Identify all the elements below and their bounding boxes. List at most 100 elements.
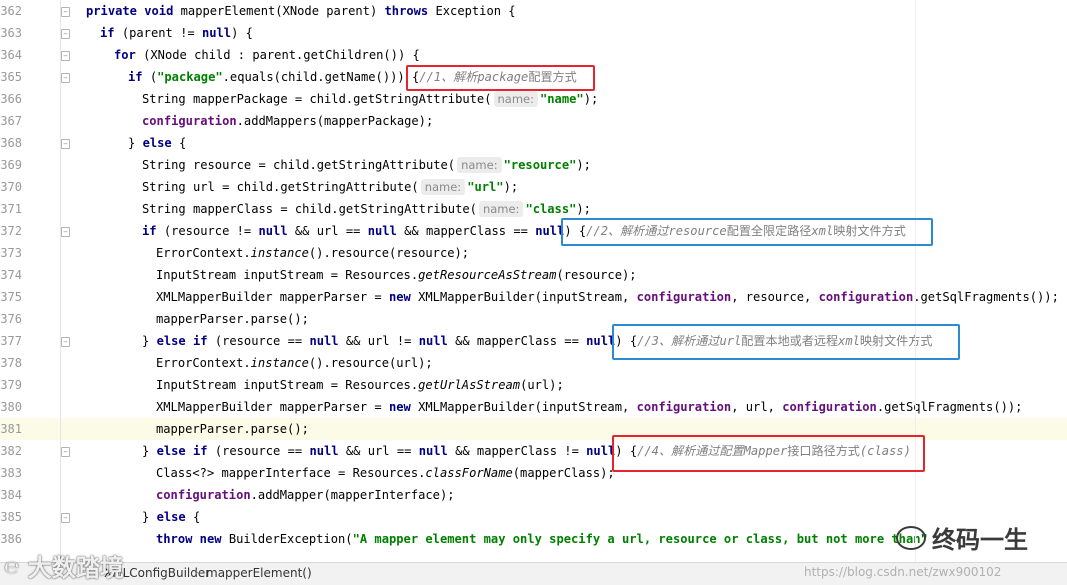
code-token: (resource == [214,334,310,348]
code-token: (resource == [214,444,310,458]
code-token: && mapperClass == [455,334,587,348]
code-text: } else { [142,506,200,528]
code-token: , resource, [731,290,819,304]
code-line[interactable]: 366 String mapperPackage = child.getStrin… [0,88,1067,110]
breadcrumb-method[interactable]: mapperElement() [206,566,312,580]
code-text: String mapperClass = child.getStringAttr… [142,198,591,220]
line-number: 374 [0,268,22,282]
code-token: configuration [818,290,914,304]
code-token: BuilderException( [228,532,353,546]
line-number: 385 [0,510,22,524]
code-line[interactable]: 379 InputStream inputStream = Resources.g… [0,374,1067,396]
code-token: null [309,334,346,348]
fold-toggle-icon[interactable]: − [61,139,70,149]
code-token: (resource); [556,268,637,282]
code-token: (parent != [121,26,202,40]
code-token: && url == [345,444,419,458]
code-line[interactable]: 375 XMLMapperBuilder mapperParser = new X… [0,286,1067,308]
annotation-box-red [612,435,925,472]
line-number: 381 [0,422,22,436]
code-token: "resource" [503,158,577,172]
code-token: "package" [157,70,223,84]
code-token: "name" [540,92,584,106]
code-line[interactable]: 370 String url = child.getStringAttribute… [0,176,1067,198]
line-number: 365 [0,70,22,84]
code-token: null [586,444,616,458]
code-line[interactable]: 362 private void mapperElement(XNode pare… [0,0,1067,22]
watermark-url: https://blog.csdn.net/zwx900102 [804,565,1002,579]
code-token: private void [86,4,181,18]
annotation-box-blue [561,218,933,246]
param-hint: name: [420,179,466,195]
code-token: (XNode child : parent.getChildren()) { [143,48,420,62]
code-line[interactable]: 371 String mapperClass = child.getStringA… [0,198,1067,220]
code-text: throw new BuilderException("A mapper ele… [156,528,928,550]
line-number: 368 [0,136,22,150]
code-token: else if [156,334,215,348]
line-number: 384 [0,488,22,502]
line-number: 377 [0,334,22,348]
code-text: if (parent != null) { [100,22,253,44]
code-token: XMLMapperBuilder mapperParser = [156,400,389,414]
code-text: configuration.addMapper(mapperInterface)… [156,484,455,506]
code-token: String resource = child.getStringAttribu… [142,158,456,172]
code-token: Exception { [435,4,516,18]
code-token: ErrorContext. [156,356,251,370]
code-token: (resource != [163,224,259,238]
code-token: mapperElement(XNode parent) [180,4,385,18]
code-text: String mapperPackage = child.getStringAt… [142,88,598,110]
breadcrumb-separator: › [194,565,199,579]
code-token: && url == [294,224,368,238]
code-token: (url); [520,378,564,392]
code-token: else if [156,444,215,458]
code-token: if [142,224,164,238]
code-line[interactable]: 368 } else { [0,132,1067,154]
code-token: null [258,224,295,238]
code-token: null [309,444,346,458]
code-token: null [535,224,565,238]
code-token: throws [384,4,436,18]
code-token: String url = child.getStringAttribute( [142,180,419,194]
code-token: .addMapper(mapperInterface); [250,488,455,502]
fold-toggle-icon[interactable]: − [61,337,70,347]
code-line[interactable]: 374 InputStream inputStream = Resources.g… [0,264,1067,286]
watermark-left-text: 大数踏境 [27,554,124,582]
line-number: 364 [0,48,22,62]
param-hint: name: [457,157,502,173]
code-token: String mapperPackage = child.getStringAt… [142,92,492,106]
line-number: 367 [0,114,22,128]
code-token: .addMappers(mapperPackage); [236,114,434,128]
line-number: 382 [0,444,22,458]
code-line[interactable]: 380 XMLMapperBuilder mapperParser = new X… [0,396,1067,418]
code-text: } else { [128,132,186,154]
code-line[interactable]: 384 configuration.addMapper(mapperInterfa… [0,484,1067,506]
code-token: && mapperClass == [404,224,536,238]
fold-toggle-icon[interactable]: − [61,227,70,237]
code-token: ErrorContext. [156,246,251,260]
fold-toggle-icon[interactable]: − [61,73,70,83]
code-line[interactable]: 364 for (XNode child : parent.getChildren… [0,44,1067,66]
code-token: ().resource(url); [308,356,433,370]
param-hint: name: [493,91,538,107]
code-token: XMLMapperBuilder mapperParser = [156,290,389,304]
code-token: && mapperClass != [455,444,587,458]
fold-toggle-icon[interactable]: − [61,447,70,457]
fold-toggle-icon[interactable]: − [61,7,70,17]
code-line[interactable]: 369 String resource = child.getStringAttr… [0,154,1067,176]
code-token: ); [503,180,519,194]
code-token: classForName [425,466,513,480]
code-token: ); [576,158,591,172]
wechat-icon [896,526,926,550]
code-token: getResourceAsStream [418,268,557,282]
code-line[interactable]: 363 if (parent != null) { [0,22,1067,44]
code-token: if [128,70,150,84]
fold-toggle-icon[interactable]: − [61,51,70,61]
fold-toggle-icon[interactable]: − [61,29,70,39]
fold-toggle-icon[interactable]: − [61,513,70,523]
code-line[interactable]: 367 configuration.addMappers(mapperPackag… [0,110,1067,132]
code-editor[interactable]: 362 private void mapperElement(XNode pare… [0,0,1067,562]
code-text: mapperParser.parse(); [156,418,309,440]
code-token: new [389,290,419,304]
code-text: XMLMapperBuilder mapperParser = new XMLM… [156,286,1059,308]
code-token: else [156,510,193,524]
